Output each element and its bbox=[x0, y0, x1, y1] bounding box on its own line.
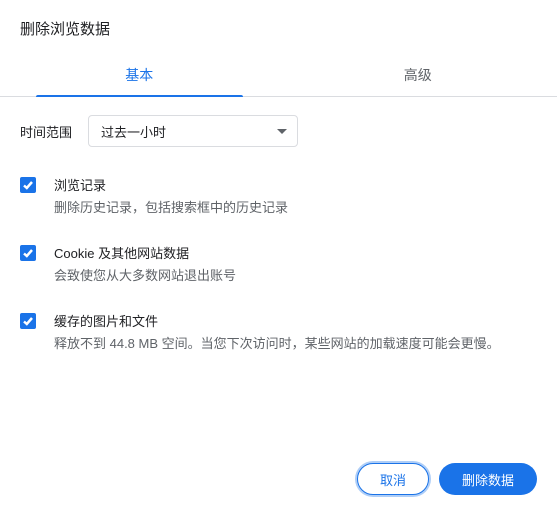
option-cookies-desc: 会致使您从大多数网站退出账号 bbox=[54, 266, 236, 287]
option-cookies-text: Cookie 及其他网站数据 会致使您从大多数网站退出账号 bbox=[54, 243, 236, 287]
option-history-text: 浏览记录 删除历史记录，包括搜索框中的历史记录 bbox=[54, 175, 288, 219]
time-range-row: 时间范围 过去一小时 bbox=[20, 115, 537, 147]
clear-data-button-label: 删除数据 bbox=[462, 470, 514, 489]
check-icon bbox=[22, 247, 34, 259]
option-cache-desc: 释放不到 44.8 MB 空间。当您下次访问时，某些网站的加载速度可能会更慢。 bbox=[54, 334, 500, 355]
caret-down-icon bbox=[277, 129, 287, 134]
check-icon bbox=[22, 179, 34, 191]
tab-bar: 基本 高级 bbox=[0, 53, 557, 97]
dialog-title: 删除浏览数据 bbox=[0, 0, 557, 53]
option-cache-title: 缓存的图片和文件 bbox=[54, 311, 500, 330]
checkbox-history[interactable] bbox=[20, 177, 36, 193]
time-range-select[interactable]: 过去一小时 bbox=[88, 115, 298, 147]
option-history: 浏览记录 删除历史记录，包括搜索框中的历史记录 bbox=[20, 175, 537, 219]
cancel-button[interactable]: 取消 bbox=[357, 463, 429, 495]
dialog-body: 时间范围 过去一小时 浏览记录 删除历史记录，包括搜索框中的历史记录 Cooki… bbox=[0, 97, 557, 354]
time-range-value: 过去一小时 bbox=[101, 122, 166, 141]
option-cookies-title: Cookie 及其他网站数据 bbox=[54, 243, 236, 262]
checkbox-cookies[interactable] bbox=[20, 245, 36, 261]
time-range-label: 时间范围 bbox=[20, 122, 72, 141]
clear-data-button[interactable]: 删除数据 bbox=[439, 463, 537, 495]
option-history-title: 浏览记录 bbox=[54, 175, 288, 194]
option-cache-text: 缓存的图片和文件 释放不到 44.8 MB 空间。当您下次访问时，某些网站的加载… bbox=[54, 311, 500, 355]
option-cache: 缓存的图片和文件 释放不到 44.8 MB 空间。当您下次访问时，某些网站的加载… bbox=[20, 311, 537, 355]
option-cookies: Cookie 及其他网站数据 会致使您从大多数网站退出账号 bbox=[20, 243, 537, 287]
check-icon bbox=[22, 315, 34, 327]
tab-advanced-label: 高级 bbox=[404, 67, 432, 83]
tab-basic[interactable]: 基本 bbox=[0, 53, 279, 96]
button-bar: 取消 删除数据 bbox=[357, 463, 537, 495]
tab-basic-label: 基本 bbox=[125, 67, 153, 83]
cancel-button-label: 取消 bbox=[380, 470, 406, 489]
checkbox-cache[interactable] bbox=[20, 313, 36, 329]
tab-advanced[interactable]: 高级 bbox=[279, 53, 557, 96]
option-history-desc: 删除历史记录，包括搜索框中的历史记录 bbox=[54, 198, 288, 219]
